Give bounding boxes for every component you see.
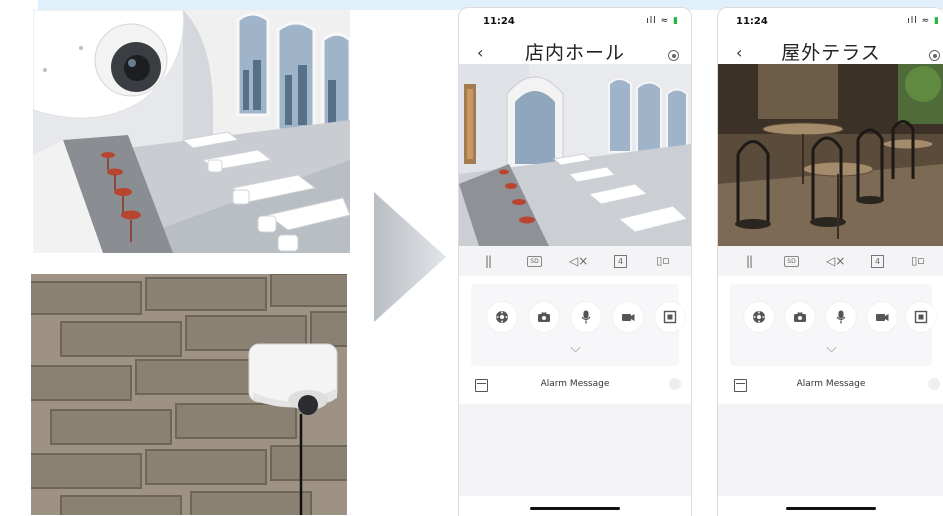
status-bar: 11:24 ıll ≈ ▮: [718, 8, 943, 34]
phone-screen-indoor: 11:24 ıll ≈ ▮ ‹ 店内ホール || SD ◁× 4 ▯▫ Alar…: [458, 7, 692, 516]
snapshot-icon[interactable]: [529, 302, 559, 332]
nav-bar: ‹ 屋外テラス: [718, 34, 943, 64]
alarm-message-row[interactable]: Alarm Message: [459, 368, 691, 404]
chevron-right-icon[interactable]: [928, 378, 940, 390]
fullscreen-icon[interactable]: [906, 302, 936, 332]
message-area: [459, 404, 691, 496]
alarm-message-row[interactable]: Alarm Message: [718, 368, 943, 404]
record-icon[interactable]: [867, 302, 897, 332]
alarm-label: Alarm Message: [540, 379, 610, 389]
rotate-icon[interactable]: ▯▫: [911, 254, 925, 268]
home-indicator: [786, 507, 876, 510]
screen-title: 屋外テラス: [781, 42, 881, 64]
playback-controls: || SD ◁× 4 ▯▫: [459, 246, 691, 276]
settings-icon[interactable]: [929, 50, 940, 61]
pause-icon[interactable]: ||: [483, 254, 493, 268]
action-panel: [730, 284, 936, 366]
status-time: 11:24: [736, 16, 768, 27]
signal-wifi-battery-icon: ıll ≈ ▮: [646, 16, 679, 26]
sd-quality-icon[interactable]: SD: [527, 256, 542, 267]
pause-icon[interactable]: ||: [744, 254, 754, 268]
nav-bar: ‹ 店内ホール: [459, 34, 691, 64]
signal-wifi-battery-icon: ıll ≈ ▮: [907, 16, 940, 26]
wall-camera-photo: [31, 274, 347, 515]
status-time: 11:24: [483, 16, 515, 27]
speaker-mute-icon[interactable]: ◁×: [826, 254, 845, 268]
rotate-icon[interactable]: ▯▫: [656, 254, 670, 268]
speaker-mute-icon[interactable]: ◁×: [569, 254, 588, 268]
snapshot-icon[interactable]: [785, 302, 815, 332]
camera-feed[interactable]: [718, 64, 943, 246]
home-indicator: [530, 507, 620, 510]
camera-feed[interactable]: [459, 64, 691, 246]
record-icon[interactable]: [613, 302, 643, 332]
microphone-icon[interactable]: [826, 302, 856, 332]
screen-title: 店内ホール: [524, 42, 625, 64]
chevron-down-icon[interactable]: [826, 342, 837, 353]
playback-controls: || SD ◁× 4 ▯▫: [718, 246, 943, 276]
chevron-right-icon[interactable]: [669, 378, 681, 390]
message-area: [718, 404, 943, 496]
settings-icon[interactable]: [668, 50, 679, 61]
arrow-right-icon: [374, 192, 446, 322]
cafe-interior-photo: [33, 10, 350, 253]
ptz-icon[interactable]: [744, 302, 774, 332]
split-screen-icon[interactable]: 4: [871, 255, 884, 268]
sd-quality-icon[interactable]: SD: [784, 256, 799, 267]
phone-screen-outdoor: 11:24 ıll ≈ ▮ ‹ 屋外テラス || SD ◁× 4 ▯▫ Alar…: [717, 7, 943, 516]
status-bar: 11:24 ıll ≈ ▮: [459, 8, 691, 34]
ptz-icon[interactable]: [487, 302, 517, 332]
action-panel: [471, 284, 685, 366]
alarm-label: Alarm Message: [796, 379, 866, 389]
fullscreen-icon[interactable]: [655, 302, 685, 332]
split-screen-icon[interactable]: 4: [614, 255, 627, 268]
microphone-icon[interactable]: [571, 302, 601, 332]
chevron-down-icon[interactable]: [570, 342, 581, 353]
